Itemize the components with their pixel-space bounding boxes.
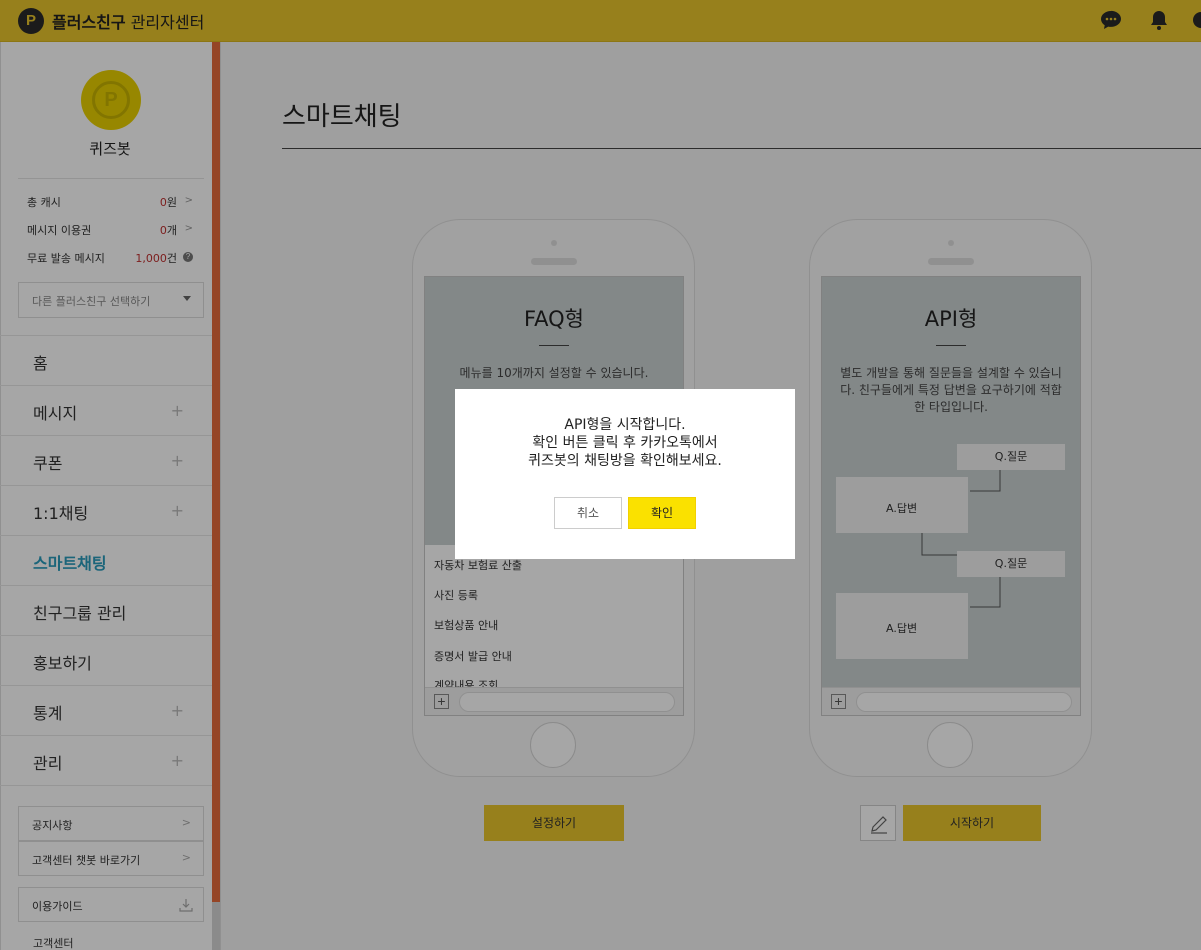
confirm-dialog: API형을 시작합니다. 확인 버튼 클릭 후 카카오톡에서 퀴즈봇의 채팅방을… [455,389,795,559]
cancel-button[interactable]: 취소 [554,497,622,529]
dialog-line: 퀴즈봇의 채팅방을 확인해보세요. [528,453,722,469]
dialog-message: API형을 시작합니다. 확인 버튼 클릭 후 카카오톡에서 퀴즈봇의 채팅방을… [455,416,795,470]
dialog-line: API형을 시작합니다. [564,417,686,433]
dialog-line: 확인 버튼 클릭 후 카카오톡에서 [532,435,718,451]
confirm-button[interactable]: 확인 [628,497,696,529]
